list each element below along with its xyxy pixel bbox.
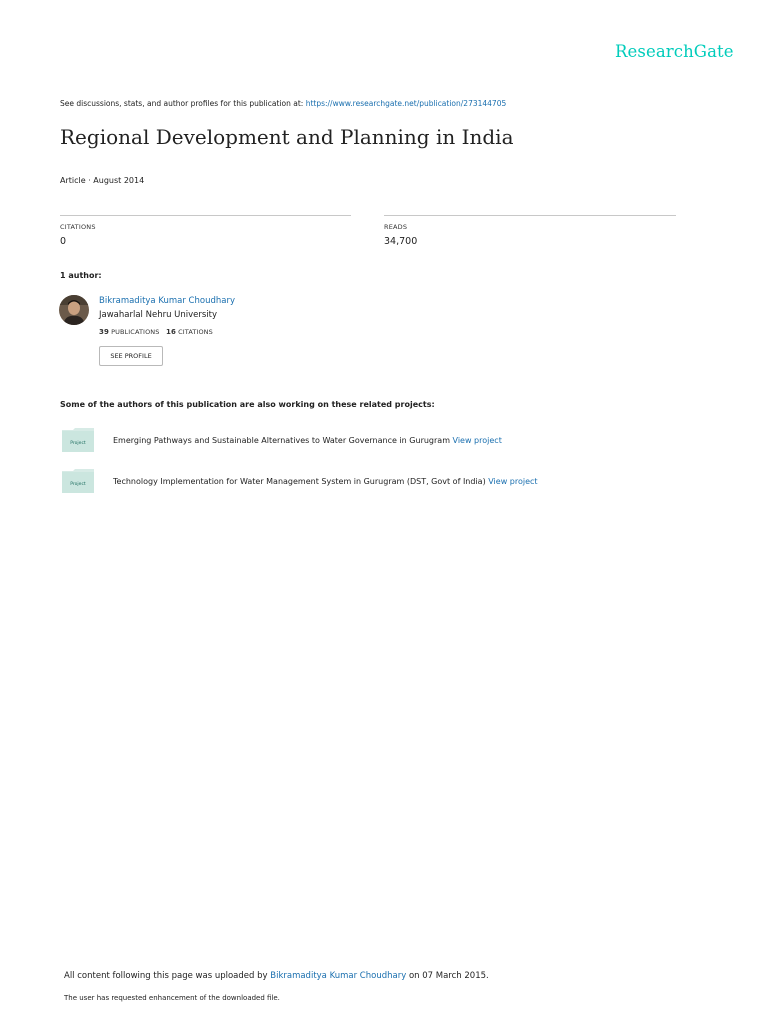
list-item: Technology Implementation for Water Mana… (113, 477, 538, 486)
list-item: Emerging Pathways and Sustainable Altern… (113, 436, 502, 445)
project-icon-label: Project (70, 481, 86, 487)
page-title: Regional Development and Planning in Ind… (60, 125, 514, 149)
article-type-date: Article · August 2014 (60, 176, 145, 185)
author-stats: 39 PUBLICATIONS 16 CITATIONS (99, 328, 213, 336)
view-project-link[interactable]: View project (488, 477, 537, 486)
publications-count: 39 (99, 328, 109, 336)
see-profile-button[interactable]: SEE PROFILE (99, 346, 163, 366)
avatar[interactable] (59, 295, 89, 325)
author-institution: Jawaharlal Nehru University (99, 310, 218, 320)
folder-icon: Project (62, 469, 94, 493)
author-photo-icon (59, 295, 89, 325)
reads-label: READS (384, 223, 408, 231)
uploaded-suffix: on 07 March 2015. (408, 971, 489, 981)
authors-heading: 1 author: (60, 271, 102, 280)
citations-label: CITATIONS (60, 223, 96, 231)
project-icon[interactable]: Project (61, 468, 95, 498)
project-icon[interactable]: Project (61, 427, 95, 457)
folder-icon: Project (62, 428, 94, 452)
author-name-link[interactable]: Bikramaditya Kumar Choudhary (99, 296, 235, 306)
reads-value: 34,700 (384, 236, 418, 247)
upload-info: All content following this page was uplo… (64, 971, 489, 981)
author-citations-count: 16 (165, 328, 176, 336)
citations-value: 0 (60, 236, 67, 247)
related-projects-heading: Some of the authors of this publication … (60, 400, 435, 409)
see-discussions-text: See discussions, stats, and author profi… (60, 99, 304, 108)
researchgate-logo[interactable]: ResearchGate (615, 42, 734, 61)
uploaded-prefix: All content following this page was uplo… (64, 971, 268, 981)
uploader-link[interactable]: Bikramaditya Kumar Choudhary (270, 971, 406, 981)
reads-divider (384, 215, 676, 216)
citations-divider (60, 215, 351, 216)
author-citations-label: CITATIONS (178, 328, 213, 336)
publication-url-link[interactable]: https://www.researchgate.net/publication… (306, 99, 507, 108)
profile-discussion-line: See discussions, stats, and author profi… (60, 99, 506, 108)
enhancement-note: The user has requested enhancement of th… (64, 994, 280, 1002)
project-title: Emerging Pathways and Sustainable Altern… (113, 436, 450, 445)
project-title: Technology Implementation for Water Mana… (113, 477, 486, 486)
project-icon-label: Project (70, 440, 86, 446)
view-project-link[interactable]: View project (453, 436, 502, 445)
publications-label: PUBLICATIONS (111, 328, 160, 336)
